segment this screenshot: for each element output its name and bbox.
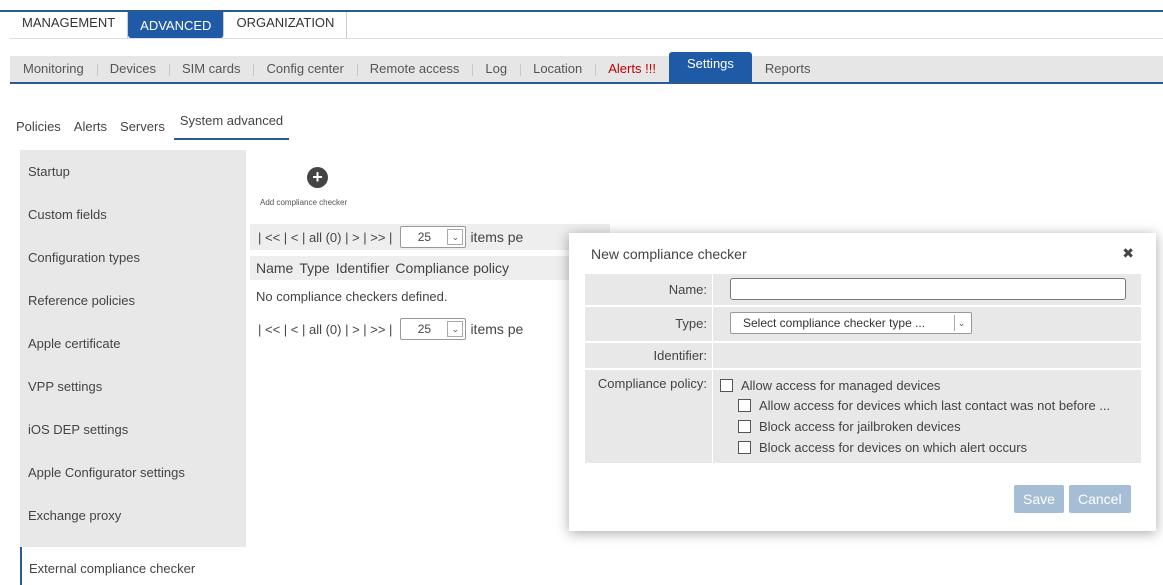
tab-servers[interactable]: Servers [120,113,165,140]
checkbox[interactable] [738,420,751,433]
tab-config-center[interactable]: Config center [253,56,356,82]
tab-remote-access[interactable]: Remote access [356,56,473,82]
name-input[interactable] [730,278,1126,300]
pager-top: | << | < | all (0) | > | >> | 25 ⌄ items… [250,224,610,250]
policy-option-label: Block access for devices on which alert … [759,440,1028,455]
left-nav: Startup Custom fields Configuration type… [20,150,246,585]
tab-alerts[interactable]: Alerts !!! [595,56,669,82]
policy-option-label: Allow access for managed devices [741,378,941,393]
type-select[interactable]: Select compliance checker type ... ⌄ [730,312,972,334]
form-divider [712,343,713,368]
main-tabs: MANAGEMENT ADVANCED ORGANIZATION [10,12,348,38]
policy-option-alert[interactable]: Block access for devices on which alert … [738,440,1027,455]
nav-item-custom-fields[interactable]: Custom fields [20,193,246,236]
type-label: Type: [675,316,707,331]
policy-option-jailbroken[interactable]: Block access for jailbroken devices [738,419,961,434]
tab-alerts-settings[interactable]: Alerts [74,113,107,140]
tab-log[interactable]: Log [472,56,520,82]
policy-option-label: Block access for jailbroken devices [759,419,961,434]
per-page-value: 25 [417,230,432,244]
form-divider [712,307,713,341]
policy-option-last-contact[interactable]: Allow access for devices which last cont… [738,398,1110,413]
close-icon[interactable]: ✖ [1122,245,1134,262]
column-type[interactable]: Type [299,260,329,276]
checkbox[interactable] [720,379,733,392]
policy-option-managed[interactable]: Allow access for managed devices [720,378,940,393]
nav-item-vpp-settings[interactable]: VPP settings [20,365,246,408]
nav-item-reference-policies[interactable]: Reference policies [20,279,246,322]
nav-item-startup[interactable]: Startup [20,150,246,193]
nav-item-exchange-proxy[interactable]: Exchange proxy [20,494,246,537]
form-row-name: Name: [585,274,1141,305]
items-per-page-label: items pe [470,321,524,337]
nav-item-ios-dep-settings[interactable]: iOS DEP settings [20,408,246,451]
nav-item-apple-configurator-settings[interactable]: Apple Configurator settings [20,451,246,494]
table-header: Name Type Identifier Compliance policy [250,256,580,280]
form-divider [712,274,713,305]
pager-nav[interactable]: | << | < | all (0) | > | >> | [258,230,392,245]
form-row-compliance-policy: Compliance policy: Allow access for mana… [585,370,1141,463]
chevron-down-icon: ⌄ [447,321,464,337]
policy-option-label: Allow access for devices which last cont… [759,398,1111,413]
items-per-page-label: items pe [470,229,524,245]
tab-management[interactable]: MANAGEMENT [10,12,129,38]
tab-settings[interactable]: Settings [668,52,752,82]
type-select-value: Select compliance checker type ... [743,316,926,330]
new-compliance-checker-dialog: New compliance checker ✖ Name: Type: Sel… [569,233,1156,531]
tab-policies[interactable]: Policies [16,113,61,140]
tab-sim-cards[interactable]: SIM cards [168,56,254,82]
dialog-title: New compliance checker [591,246,747,262]
cancel-button[interactable]: Cancel [1069,485,1131,513]
tab-organization[interactable]: ORGANIZATION [224,12,348,38]
name-label: Name: [668,282,707,297]
settings-tabs: Policies Alerts Servers System advanced [16,113,302,140]
per-page-select[interactable]: 25 ⌄ [400,226,467,248]
nav-item-apple-certificate[interactable]: Apple certificate [20,322,246,365]
checkbox[interactable] [738,441,751,454]
chevron-down-icon: ⌄ [954,315,968,331]
form-row-type: Type: Select compliance checker type ...… [585,307,1141,341]
main-tabs-divider [10,38,1163,39]
column-identifier[interactable]: Identifier [336,260,390,276]
tab-location[interactable]: Location [520,56,595,82]
form-row-identifier: Identifier: [585,343,1141,368]
tab-devices[interactable]: Devices [96,56,169,82]
column-compliance-policy[interactable]: Compliance policy [395,260,509,276]
form-divider [712,370,713,463]
tab-monitoring[interactable]: Monitoring [10,56,97,82]
add-icon[interactable]: + [307,167,328,188]
pager-nav[interactable]: | << | < | all (0) | > | >> | [258,322,392,337]
per-page-select[interactable]: 25 ⌄ [400,318,467,340]
tab-reports[interactable]: Reports [752,56,824,82]
tab-system-advanced[interactable]: System advanced [173,113,290,140]
checkbox[interactable] [738,399,751,412]
per-page-value: 25 [417,322,432,336]
nav-item-external-compliance-checker[interactable]: External compliance checker [20,547,246,585]
add-compliance-checker-label[interactable]: Add compliance checker [260,198,347,207]
column-name[interactable]: Name [256,260,293,276]
empty-message: No compliance checkers defined. [256,289,448,304]
sub-tabs: Monitoring Devices SIM cards Config cent… [10,52,824,82]
chevron-down-icon: ⌄ [447,229,464,245]
identifier-label: Identifier: [653,348,707,363]
tab-advanced[interactable]: ADVANCED [128,12,225,38]
compliance-policy-label: Compliance policy: [597,376,707,391]
nav-item-configuration-types[interactable]: Configuration types [20,236,246,279]
save-button[interactable]: Save [1014,485,1064,513]
pager-bottom: | << | < | all (0) | > | >> | 25 ⌄ items… [250,316,610,342]
